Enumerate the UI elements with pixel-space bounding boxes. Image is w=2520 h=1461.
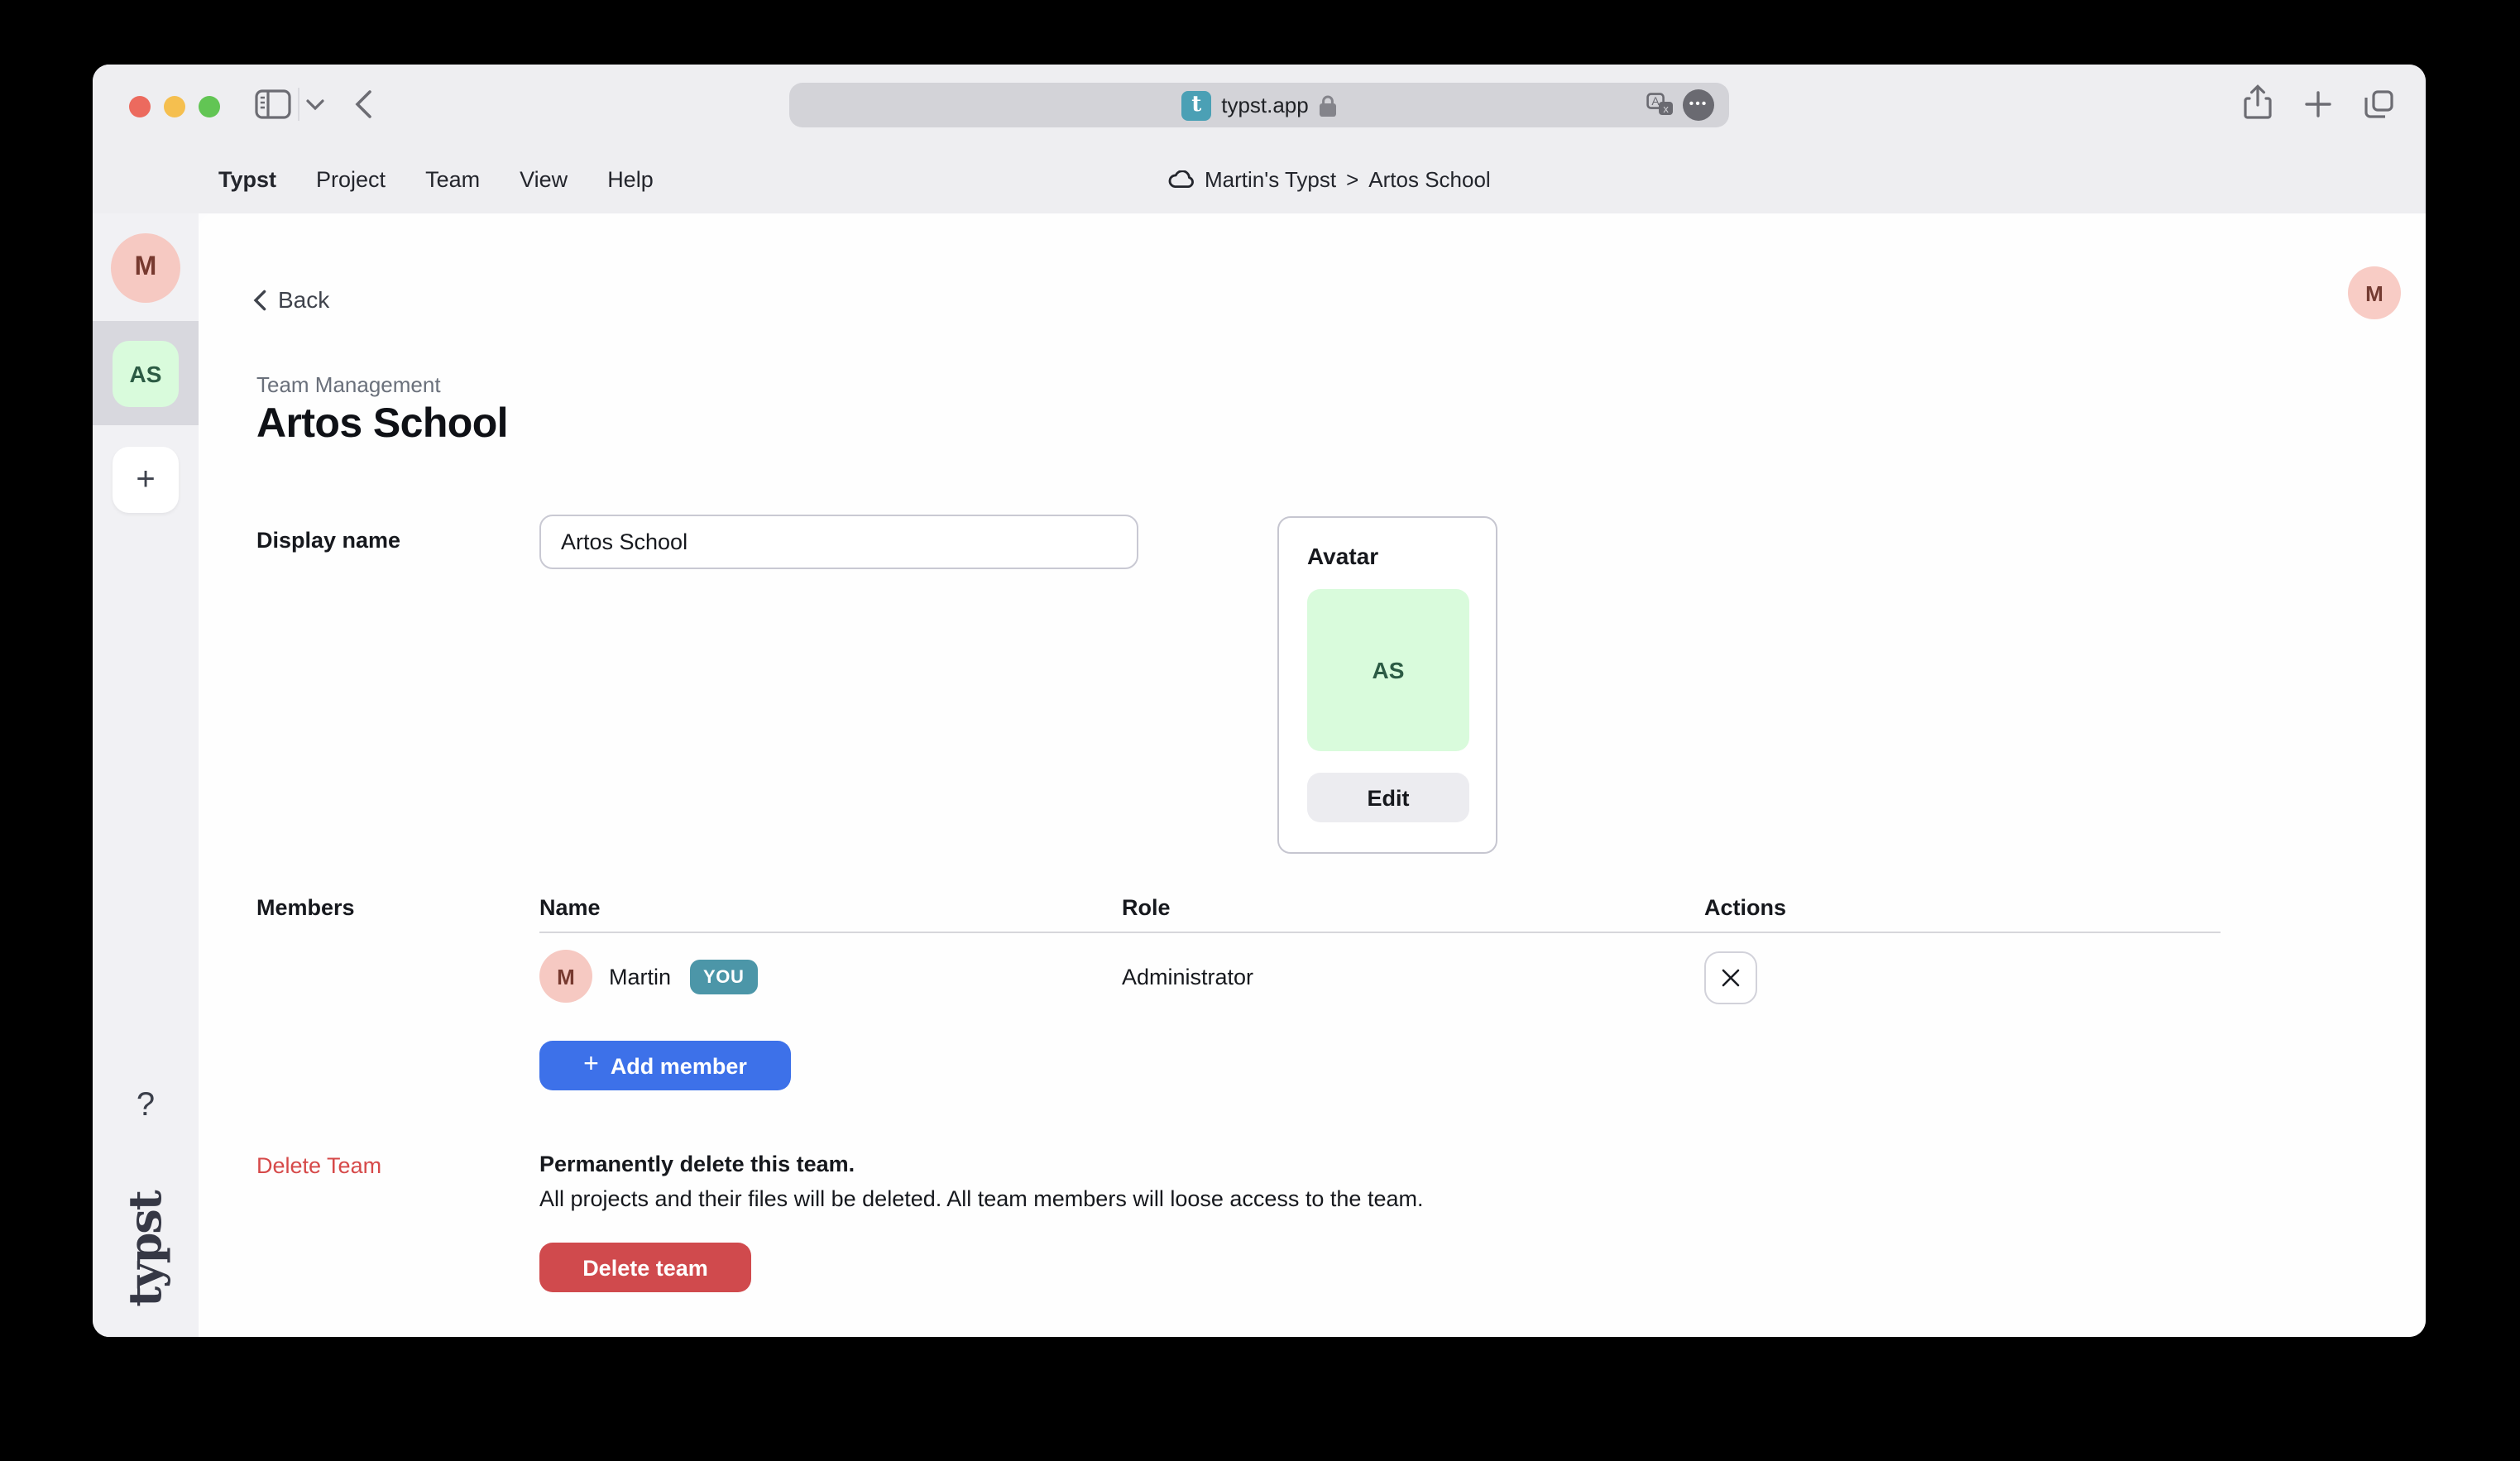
svg-text:x: x <box>1663 103 1669 115</box>
tab-overview-icon[interactable] <box>2364 89 2394 119</box>
toolbar-divider <box>298 88 299 121</box>
lock-icon <box>1319 93 1337 117</box>
translate-icon[interactable]: A x <box>1646 93 1674 117</box>
traffic-light-zoom[interactable] <box>199 96 220 117</box>
browser-window: t typst.app A x <box>93 65 2426 1337</box>
remove-member-button[interactable] <box>1704 951 1757 1004</box>
display-name-input[interactable] <box>539 515 1138 569</box>
delete-team-description: All projects and their files will be del… <box>539 1186 1424 1211</box>
back-button[interactable]: Back <box>253 286 329 313</box>
plus-icon: + <box>583 1050 599 1080</box>
browser-back-icon[interactable] <box>354 89 372 119</box>
breadcrumb-separator: > <box>1346 166 1358 191</box>
typst-wordmark: typst <box>96 1183 195 1315</box>
sidebar-user-avatar[interactable]: M <box>111 233 180 303</box>
menu-help[interactable]: Help <box>607 166 654 191</box>
menu-typst[interactable]: Typst <box>218 166 276 191</box>
member-avatar: M <box>539 950 592 1003</box>
section-eyebrow: Team Management <box>256 372 441 397</box>
avatar-card: Avatar AS Edit <box>1277 516 1497 854</box>
page-title: Artos School <box>256 400 508 448</box>
app-menubar: Typst Project Team View Help Martin's Ty… <box>93 144 2426 213</box>
url-text: typst.app <box>1221 93 1309 117</box>
sidebar-toggle-icon[interactable] <box>255 89 291 119</box>
address-bar[interactable]: t typst.app A x <box>789 83 1729 127</box>
table-header-divider <box>539 932 2221 933</box>
svg-text:A: A <box>1651 94 1660 108</box>
menu-team[interactable]: Team <box>425 166 480 191</box>
you-badge: YOU <box>690 960 758 994</box>
account-avatar[interactable]: M <box>2348 266 2401 319</box>
member-role: Administrator <box>1122 965 1253 989</box>
column-header-actions: Actions <box>1704 895 1786 920</box>
column-header-name: Name <box>539 895 601 920</box>
add-member-label: Add member <box>611 1053 747 1078</box>
chevron-left-icon <box>253 289 266 310</box>
close-icon <box>1721 968 1741 988</box>
site-favicon: t <box>1181 90 1211 120</box>
display-name-label: Display name <box>256 528 400 553</box>
column-header-role: Role <box>1122 895 1171 920</box>
cloud-icon <box>1168 170 1195 188</box>
sidebar-team-avatar[interactable]: AS <box>113 341 179 407</box>
chevron-down-icon[interactable] <box>306 99 324 111</box>
page-settings-icon[interactable]: ••• <box>1683 89 1714 121</box>
breadcrumb-workspace[interactable]: Martin's Typst <box>1205 166 1336 191</box>
main-panel: Back M Team Management Artos School Disp… <box>199 213 2426 1337</box>
sidebar-add-team-button[interactable]: + <box>113 447 179 513</box>
add-member-button[interactable]: + Add member <box>539 1041 791 1090</box>
members-label: Members <box>256 895 355 920</box>
help-button[interactable]: ? <box>93 1087 199 1125</box>
traffic-light-minimize[interactable] <box>164 96 185 117</box>
team-avatar-preview: AS <box>1307 589 1469 751</box>
team-sidebar: M AS + ? typst <box>93 213 199 1337</box>
back-label: Back <box>278 286 329 313</box>
breadcrumb-current: Artos School <box>1368 166 1490 191</box>
breadcrumb: Martin's Typst > Artos School <box>1168 144 1491 213</box>
share-icon[interactable] <box>2244 84 2272 121</box>
delete-team-label: Delete Team <box>256 1153 381 1178</box>
delete-team-button[interactable]: Delete team <box>539 1243 751 1292</box>
menu-project[interactable]: Project <box>316 166 386 191</box>
edit-avatar-button[interactable]: Edit <box>1307 773 1469 822</box>
screenshot-stage: t typst.app A x <box>0 0 2520 1461</box>
new-tab-icon[interactable] <box>2305 91 2331 117</box>
member-name: Martin <box>609 965 671 989</box>
traffic-light-close[interactable] <box>129 96 151 117</box>
avatar-card-title: Avatar <box>1307 543 1468 569</box>
menu-view[interactable]: View <box>520 166 568 191</box>
browser-toolbar: t typst.app A x <box>93 65 2426 144</box>
app-content: M AS + ? typst Back M Team <box>93 213 2426 1337</box>
delete-team-heading: Permanently delete this team. <box>539 1152 855 1176</box>
